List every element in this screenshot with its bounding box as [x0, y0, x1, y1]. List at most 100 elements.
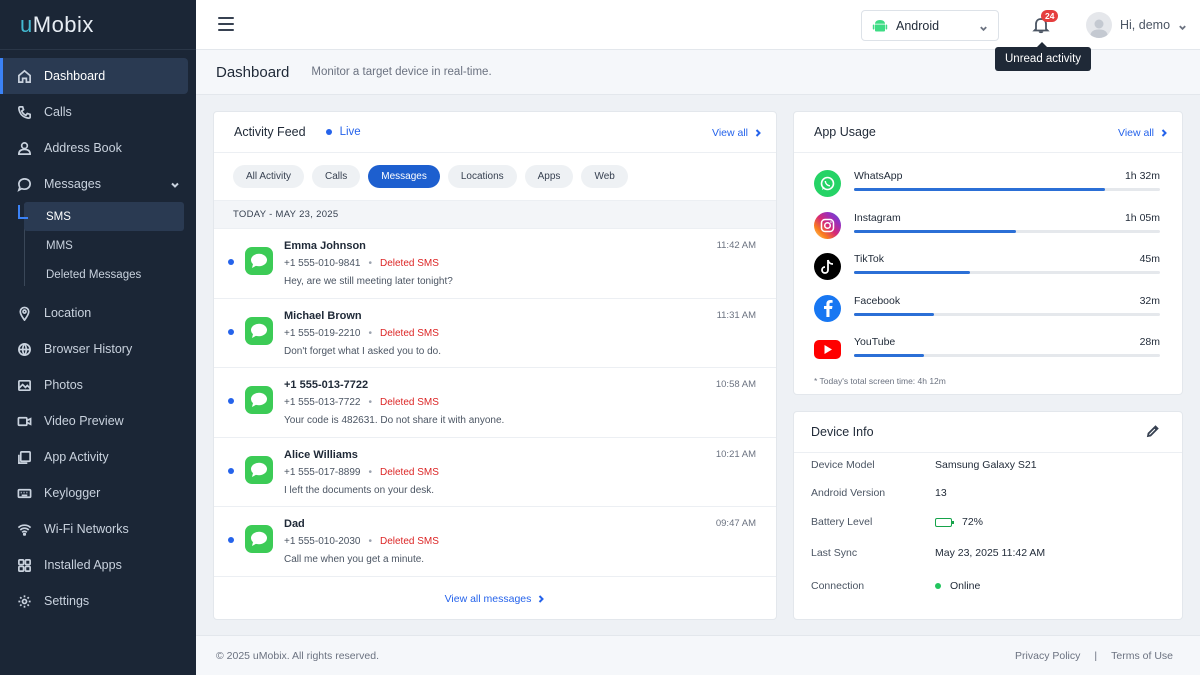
- menu-toggle-icon[interactable]: [218, 17, 234, 31]
- sidebar-subitem-label: SMS: [46, 210, 71, 223]
- sidebar-subitem-sms[interactable]: SMS: [18, 202, 184, 231]
- sidebar-item-keylogger[interactable]: Keylogger: [0, 475, 196, 511]
- device-info-card: Device Info Device Model Samsung Galaxy …: [793, 411, 1183, 620]
- date-divider: TODAY - MAY 23, 2025: [214, 200, 776, 229]
- sidebar-subitem-mms[interactable]: MMS: [24, 231, 196, 260]
- message-time: 11:42 AM: [716, 240, 756, 251]
- chevron-right-icon: [1161, 129, 1167, 137]
- device-model-label: Device Model: [811, 459, 875, 471]
- user-menu[interactable]: Hi, demo: [1086, 12, 1187, 38]
- tiktok-icon: [814, 253, 841, 280]
- message-item[interactable]: +1 555-013-7722 10:58 AM +1 555-013-7722…: [214, 368, 776, 438]
- message-time: 10:21 AM: [715, 448, 756, 460]
- filter-locations[interactable]: Locations: [447, 165, 517, 188]
- message-number: +1 555-017-8899: [284, 466, 361, 478]
- sidebar-item-label: Browser History: [44, 342, 133, 356]
- user-greeting: Hi, demo: [1120, 18, 1171, 32]
- app-duration: 28m: [1139, 336, 1160, 348]
- sidebar-item-label: Settings: [44, 594, 90, 608]
- message-item[interactable]: Emma Johnson 11:42 AM +1 555-010-9841 • De…: [214, 229, 776, 299]
- app-usage-card: App Usage View all WhatsApp 1h 32m Insta…: [793, 111, 1183, 395]
- sidebar-item-label: Messages: [44, 177, 101, 191]
- app-name: Instagram: [854, 211, 901, 224]
- last-sync-value: May 23, 2025 11:42 AM: [935, 547, 1046, 559]
- message-sender: Alice Williams: [284, 448, 358, 461]
- view-all-link[interactable]: View all: [1118, 127, 1168, 139]
- sidebar-item-app-activity[interactable]: App Activity: [0, 439, 196, 475]
- notification-badge: 24: [1041, 10, 1059, 22]
- message-sender: Dad: [284, 518, 305, 530]
- contacts-icon: [16, 140, 32, 156]
- message-meta: +1 555-010-2030 • Deleted SMS: [284, 536, 439, 547]
- pencil-icon[interactable]: [1146, 424, 1160, 438]
- card-title: Device Info: [811, 425, 874, 439]
- sidebar-item-messages[interactable]: Messages: [0, 166, 196, 202]
- usage-bar-fill: [854, 229, 1017, 233]
- filter-web[interactable]: Web: [581, 165, 628, 188]
- usage-bar: [854, 354, 1160, 357]
- live-label: Live: [339, 126, 361, 138]
- message-item[interactable]: Michael Brown 11:31 AM +1 555-019-2210 • D…: [214, 299, 776, 368]
- message-item[interactable]: Alice Williams 10:21 AM +1 555-017-8899 •…: [214, 438, 776, 507]
- messages-app-icon: [245, 316, 273, 345]
- online-status-icon: [935, 583, 941, 589]
- device-select[interactable]: Android: [861, 10, 999, 41]
- terms-of-use-link[interactable]: Terms of Use: [1111, 650, 1173, 662]
- sidebar-subitem-deleted-messages[interactable]: Deleted Messages: [24, 260, 196, 289]
- chevron-down-icon: [1178, 21, 1187, 30]
- filter-apps[interactable]: Apps: [524, 165, 574, 188]
- app-usage-row[interactable]: WhatsApp 1h 32m: [794, 161, 1182, 203]
- app-duration: 1h 05m: [1124, 211, 1160, 224]
- filter-all-activity[interactable]: All Activity: [233, 165, 305, 188]
- message-item[interactable]: Dad 09:47 AM +1 555-010-2030 • Deleted SMS…: [214, 507, 776, 577]
- app-usage-row[interactable]: Instagram 1h 05m: [794, 203, 1182, 245]
- filter-messages[interactable]: Messages: [368, 165, 440, 188]
- sidebar-item-installed-apps[interactable]: Installed Apps: [0, 547, 196, 583]
- usage-bar: [854, 188, 1160, 191]
- android-version-value: 13: [935, 487, 947, 499]
- app-name: WhatsApp: [854, 170, 903, 182]
- unread-dot-icon: [228, 398, 234, 404]
- message-number: +1 555-013-7722: [284, 397, 361, 408]
- sidebar-item-label: App Activity: [44, 450, 109, 464]
- tooltip: Unread activity: [995, 42, 1092, 71]
- usage-bar: [854, 271, 1160, 274]
- sidebar-item-calls[interactable]: Calls: [0, 94, 196, 130]
- app-usage-row[interactable]: TikTok 45m: [794, 244, 1182, 286]
- unread-dot-icon: [228, 537, 234, 543]
- sidebar-item-dashboard[interactable]: Dashboard: [0, 58, 188, 94]
- activity-feed-card: Activity Feed Live View all All Activity…: [213, 111, 777, 620]
- brand-logo[interactable]: u Mobix: [0, 0, 196, 50]
- sidebar-item-address-book[interactable]: Address Book: [0, 130, 196, 166]
- device-info-header: Device Info: [794, 412, 1182, 453]
- live-dot-icon: [325, 129, 332, 135]
- view-all-messages-link[interactable]: View all messages: [214, 593, 776, 605]
- bullet-separator: •: [368, 258, 372, 269]
- filter-calls[interactable]: Calls: [312, 165, 361, 188]
- app-usage-row[interactable]: Facebook 32m: [794, 286, 1182, 328]
- message-meta: +1 555-010-9841 • Deleted SMS: [284, 258, 439, 269]
- unread-dot-icon: [228, 467, 234, 474]
- sidebar-item-settings[interactable]: Settings: [0, 583, 196, 619]
- copyright: © 2025 uMobix. All rights reserved.: [216, 650, 379, 662]
- message-text: Your code is 482631. Do not share it wit…: [284, 415, 505, 426]
- privacy-policy-link[interactable]: Privacy Policy: [1015, 650, 1080, 662]
- message-time: 11:31 AM: [716, 309, 756, 321]
- message-text: I left the documents on your desk.: [284, 484, 435, 496]
- messages-app-icon: [245, 247, 273, 275]
- view-all-link[interactable]: View all: [712, 127, 762, 139]
- wifi-icon: [16, 521, 32, 537]
- sidebar-item-browser-history[interactable]: Browser History: [0, 331, 196, 367]
- app-usage-row[interactable]: YouTube 28m: [794, 327, 1182, 369]
- deleted-tag: Deleted SMS: [379, 258, 439, 269]
- live-indicator: Live: [325, 126, 361, 138]
- sidebar-item-label: Keylogger: [44, 486, 101, 500]
- page-title: Dashboard: [216, 63, 290, 81]
- sidebar-item-label: Wi-Fi Networks: [44, 522, 129, 536]
- whatsapp-icon: [814, 170, 841, 197]
- sidebar-item-wifi-networks[interactable]: Wi-Fi Networks: [0, 511, 196, 547]
- sidebar-item-location[interactable]: Location: [0, 295, 196, 331]
- card-title: App Usage: [814, 125, 876, 139]
- sidebar-item-video-preview[interactable]: Video Preview: [0, 403, 196, 439]
- sidebar-item-photos[interactable]: Photos: [0, 367, 196, 403]
